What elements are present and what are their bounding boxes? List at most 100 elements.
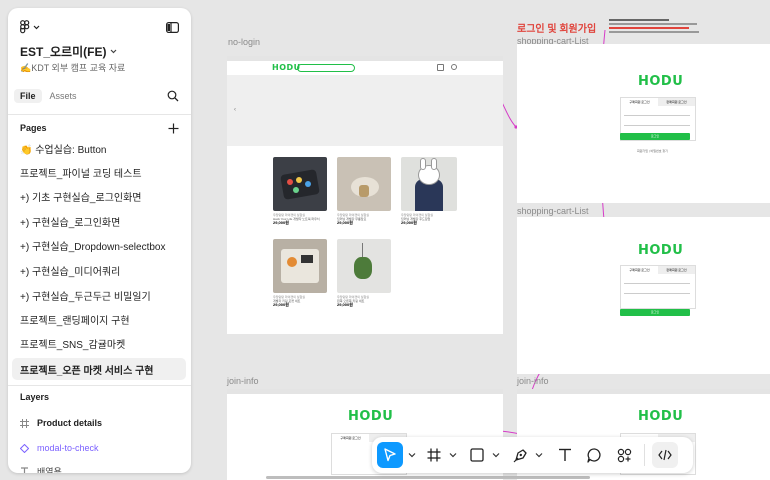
- components-tool-button[interactable]: [611, 442, 637, 468]
- frame-label-no-login[interactable]: no-login: [228, 37, 260, 47]
- logo: HODU: [638, 74, 684, 89]
- search-icon[interactable]: [167, 90, 179, 102]
- page-item[interactable]: +) 기초 구현실습_로그인화면: [12, 185, 186, 207]
- layer-label: Product details: [37, 418, 103, 428]
- browser-bar: [227, 389, 503, 394]
- file-subtitle: ✍️KDT 외부 캠프 교육 자료: [20, 62, 126, 73]
- chevron-down-icon[interactable]: [535, 452, 543, 458]
- layer-label: 배열용: [37, 466, 62, 474]
- tab-seller: 판매회원 로그인: [658, 266, 695, 274]
- page-item[interactable]: 👏 수업실습: Button: [12, 137, 186, 159]
- tab-buyer: 구매회원 로그인: [340, 436, 361, 440]
- frame-tool-icon: [427, 448, 441, 462]
- layers-heading: Layers: [20, 392, 50, 402]
- chevron-down-icon: [33, 25, 40, 29]
- page-item[interactable]: +) 구현실습_로그인화면: [12, 210, 186, 232]
- pen-tool-button[interactable]: [510, 442, 530, 468]
- frame-label-cart-2[interactable]: shopping-cart-List: [517, 206, 589, 216]
- tab-file[interactable]: File: [14, 89, 42, 103]
- toggle-sidebar-icon[interactable]: [166, 21, 179, 33]
- logo: HODU: [638, 409, 684, 424]
- component-instance-icon: [20, 443, 29, 453]
- login-button: 로그인: [620, 133, 690, 140]
- product-image: [273, 157, 327, 211]
- search-bar: [297, 64, 355, 72]
- page-item-selected[interactable]: 프로젝트_오픈 마켓 서비스 구현: [12, 358, 186, 380]
- banner-prev-icon: ‹: [234, 107, 236, 113]
- file-name-menu[interactable]: EST_오르미(FE): [20, 43, 181, 59]
- components-tool-icon: [617, 448, 631, 462]
- cart-icon: [437, 64, 444, 71]
- dev-mode-toggle[interactable]: [652, 442, 678, 468]
- panel-tabs: File Assets: [14, 87, 181, 105]
- rectangle-tool-icon: [470, 448, 484, 462]
- product-info: 우당탕탕 라이캣의 실험실 개발자 키링 포켓 세트 29,000원: [273, 295, 306, 308]
- add-page-icon[interactable]: [168, 123, 179, 134]
- frame-layer-icon: [20, 418, 29, 428]
- rectangle-tool-button[interactable]: [467, 442, 487, 468]
- frame-cart-2[interactable]: HODU 구매회원 로그인 판매회원 로그인 로그인: [517, 217, 770, 374]
- login-box: 구매회원 로그인 판매회원 로그인: [620, 265, 696, 309]
- text-tool-button[interactable]: [553, 442, 577, 468]
- figma-logo-icon: [20, 20, 30, 34]
- logo: HODU: [348, 409, 394, 424]
- frame-cart-1[interactable]: HODU 구매회원 로그인 판매회원 로그인 로그인 회원가입 | 비밀번호 찾…: [517, 44, 770, 203]
- layer-item[interactable]: Product details: [20, 416, 181, 430]
- page-item[interactable]: +) 구현실습_두근두근 비밀일기: [12, 284, 186, 306]
- pen-tool-icon: [513, 448, 527, 462]
- product-image: [337, 157, 391, 211]
- frame-label-join-2[interactable]: join-info: [517, 376, 549, 386]
- comment-tool-button[interactable]: [579, 442, 609, 468]
- chevron-down-icon: [111, 49, 117, 53]
- product-info: 우당탕탕 라이캣의 실험실 딥러닝 개발자 무릎담요 29,000원: [337, 213, 370, 226]
- move-tool-button[interactable]: [377, 442, 403, 468]
- browser-bar: [517, 389, 770, 394]
- page-item[interactable]: +) 구현실습_미디어쿼리: [12, 259, 186, 281]
- section-title[interactable]: 로그인 및 회원가입: [517, 20, 596, 35]
- bottom-toolbar: [372, 437, 693, 473]
- tab-seller: 판매회원 로그인: [658, 98, 695, 106]
- product-image: [401, 157, 457, 211]
- move-tool-icon: [384, 448, 396, 462]
- horizontal-scrollbar[interactable]: [266, 476, 590, 479]
- text-tool-icon: [559, 448, 571, 461]
- chevron-down-icon[interactable]: [449, 452, 457, 458]
- toolbar-divider: [644, 444, 645, 466]
- divider: [8, 385, 191, 386]
- layer-item[interactable]: modal-to-check: [20, 441, 181, 455]
- layer-item[interactable]: 배열용: [20, 464, 181, 473]
- sticky-note[interactable]: [609, 17, 704, 39]
- file-name: EST_오르미(FE): [20, 44, 107, 59]
- tab-buyer: 구매회원 로그인: [629, 100, 650, 104]
- product-info: 우당탕탕 라이캣의 실험실 딥러닝 개발자 후드집업 29,000원: [401, 213, 434, 226]
- product-image: [273, 239, 327, 293]
- left-sidebar: EST_오르미(FE) ✍️KDT 외부 캠프 교육 자료 File Asset…: [8, 8, 191, 473]
- layer-label: modal-to-check: [37, 443, 99, 453]
- chevron-down-icon[interactable]: [492, 452, 500, 458]
- product-image: [337, 239, 391, 293]
- join-links: 회원가입 | 비밀번호 찾기: [637, 149, 668, 153]
- browser-bar: [227, 56, 503, 61]
- comment-tool-icon: [586, 447, 601, 463]
- text-layer-icon: [21, 466, 28, 473]
- frame-label-join-1[interactable]: join-info: [227, 376, 259, 386]
- product-info: 우당탕탕 라이캣의 실험실 Hack Your Life 개발자 노트북 파우치…: [273, 213, 320, 226]
- dev-mode-icon: [658, 449, 672, 461]
- user-icon: [451, 64, 457, 70]
- main-menu-button[interactable]: [20, 20, 40, 34]
- page-item[interactable]: 프로젝트_파이널 코딩 테스트: [12, 161, 186, 183]
- page-item[interactable]: 프로젝트_SNS_감귤마켓: [12, 332, 186, 354]
- banner: [227, 75, 503, 146]
- frame-no-login[interactable]: HODU ‹ 우당탕탕 라이캣의 실험실 Hack Your Life 개발자 …: [227, 56, 503, 334]
- tab-assets[interactable]: Assets: [42, 89, 85, 103]
- chevron-down-icon[interactable]: [408, 452, 416, 458]
- frame-tool-button[interactable]: [424, 442, 444, 468]
- pages-heading: Pages: [20, 123, 47, 133]
- login-button: 로그인: [620, 309, 690, 316]
- tab-buyer: 구매회원 로그인: [629, 268, 650, 272]
- page-item[interactable]: 프로젝트_랜딩페이지 구현: [12, 308, 186, 330]
- divider: [8, 114, 191, 115]
- logo: HODU: [638, 243, 684, 258]
- page-item[interactable]: +) 구현실습_Dropdown-selectbox: [12, 234, 186, 256]
- product-info: 우당탕탕 라이캣의 실험실 왼쪽 오른쪽 키링 세트 29,000원: [337, 295, 370, 308]
